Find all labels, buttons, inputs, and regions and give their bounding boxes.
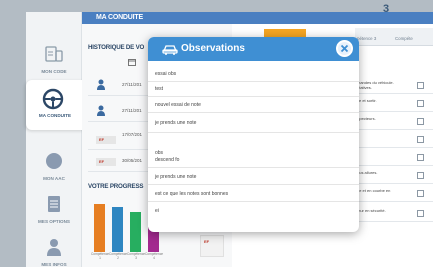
dialog-title: Observations (181, 43, 245, 54)
competence-text: ous allures. (357, 170, 378, 175)
divider (148, 184, 359, 185)
competence-row: ue et en courbe en (355, 185, 433, 202)
dialog-header: Observations (148, 37, 359, 61)
progress-bar-label: Compétence 4 (145, 252, 164, 260)
history-date: 17/07/201 (122, 132, 143, 137)
sidebar-item-label: MON CODE (41, 69, 67, 74)
observation-line: je prends une note (155, 174, 197, 180)
competence-text: apecteurs. (357, 116, 376, 121)
history-date: 30/05/201 (122, 158, 143, 163)
competence-row: mandes du véhicule. ntatives. (355, 77, 433, 94)
progress-bar-label: Compétence 1 (91, 252, 110, 260)
exam-badge: EF (96, 136, 116, 144)
competence-row: ite et sortir. (355, 95, 433, 112)
competence-checkbox[interactable] (417, 154, 424, 161)
competence-row: apecteurs. (355, 113, 433, 130)
progress-bar (94, 204, 105, 252)
sidebar-item-label: MON AAC (43, 176, 65, 181)
history-row[interactable]: 27/11/201 (88, 76, 152, 96)
app-header-bar: MA CONDUITE (82, 12, 433, 24)
observation-line: test (155, 86, 164, 92)
competence-checkbox[interactable] (417, 172, 424, 179)
competence-checkbox[interactable] (417, 210, 424, 217)
exam-badge: EF (204, 239, 210, 244)
page-title: MA CONDUITE (96, 14, 143, 21)
competence-text: ue et en courbe en (357, 188, 391, 193)
sidebar-item-label: MA CONDUITE (38, 113, 72, 118)
observation-line: obs (155, 150, 164, 156)
car-code-icon (45, 46, 63, 62)
progress-bar (130, 212, 141, 252)
history-row[interactable]: EF 30/05/201 (88, 152, 152, 172)
competence-number: 3 (383, 3, 390, 15)
steering-wheel-icon (42, 88, 64, 110)
divider (148, 96, 359, 97)
history-date: 27/11/201 (122, 108, 142, 113)
close-button[interactable] (336, 40, 353, 57)
car-icon (162, 45, 178, 55)
progress-title: VOTRE PROGRESS (88, 183, 144, 190)
competence-checkbox[interactable] (417, 190, 424, 197)
divider (148, 112, 359, 113)
observation-line: nouvel essai de note (155, 102, 201, 108)
observation-line: ei (155, 208, 159, 214)
competence-row: mur en sécurité. (355, 205, 433, 222)
divider (148, 81, 359, 82)
user-icon (97, 79, 105, 90)
competence-row (355, 149, 433, 166)
sidebar: MON CODE MON AAC MES OPTIONS MES INFOS (26, 12, 82, 267)
sidebar-item-ma-conduite[interactable]: MA CONDUITE (26, 80, 84, 130)
user-icon (97, 105, 105, 116)
circle-icon (46, 153, 62, 169)
competence-checkbox[interactable] (417, 82, 424, 89)
exam-thumbnail[interactable]: EF (200, 235, 224, 257)
observation-line: descend fo (155, 157, 180, 163)
sidebar-item-mon-code[interactable]: MON CODE (26, 34, 82, 84)
sidebar-item-label: MES OPTIONS (38, 219, 70, 224)
user-icon (47, 239, 61, 256)
history-row[interactable]: EF 17/07/201 (88, 130, 152, 150)
calendar-icon (128, 59, 136, 66)
observation-line: je prends une note (155, 120, 197, 126)
competence-text: mandes du véhicule. ntatives. (357, 80, 394, 90)
progress-bar-label: Compétence 3 (127, 252, 146, 260)
competence-text: ite et sortir. (357, 98, 377, 103)
exam-badge: EF (96, 158, 116, 166)
history-date: 27/11/201 (122, 82, 142, 87)
competence-checkbox[interactable] (417, 136, 424, 143)
observations-dialog: Observations essai obs test nouvel essai… (148, 37, 359, 232)
competence-row: ous allures. (355, 167, 433, 184)
competence-text: mur en sécurité. (357, 208, 386, 213)
divider (148, 201, 359, 202)
divider (148, 132, 359, 133)
document-icon (48, 196, 60, 212)
progress-bar-label: Compétence 2 (109, 252, 128, 260)
sidebar-item-mes-infos[interactable]: MES INFOS (26, 227, 82, 267)
competence-checkbox[interactable] (417, 100, 424, 107)
competences-tabs: pétence 3 Compéte (355, 28, 433, 46)
close-icon (340, 44, 349, 53)
history-row[interactable]: 27/11/201 (88, 102, 152, 122)
observation-line: essai obs (155, 71, 177, 77)
tab-competence-3[interactable]: pétence 3 (357, 36, 376, 41)
progress-bar (112, 207, 123, 252)
observation-line: est ce que les notes sont bonnes (155, 191, 229, 197)
divider (148, 167, 359, 168)
history-title: HISTORIQUE DE VO (88, 44, 145, 51)
sidebar-item-label: MES INFOS (41, 262, 67, 267)
competence-checkbox[interactable] (417, 118, 424, 125)
tab-competence-4[interactable]: Compéte (395, 36, 413, 41)
competence-row (355, 131, 433, 148)
